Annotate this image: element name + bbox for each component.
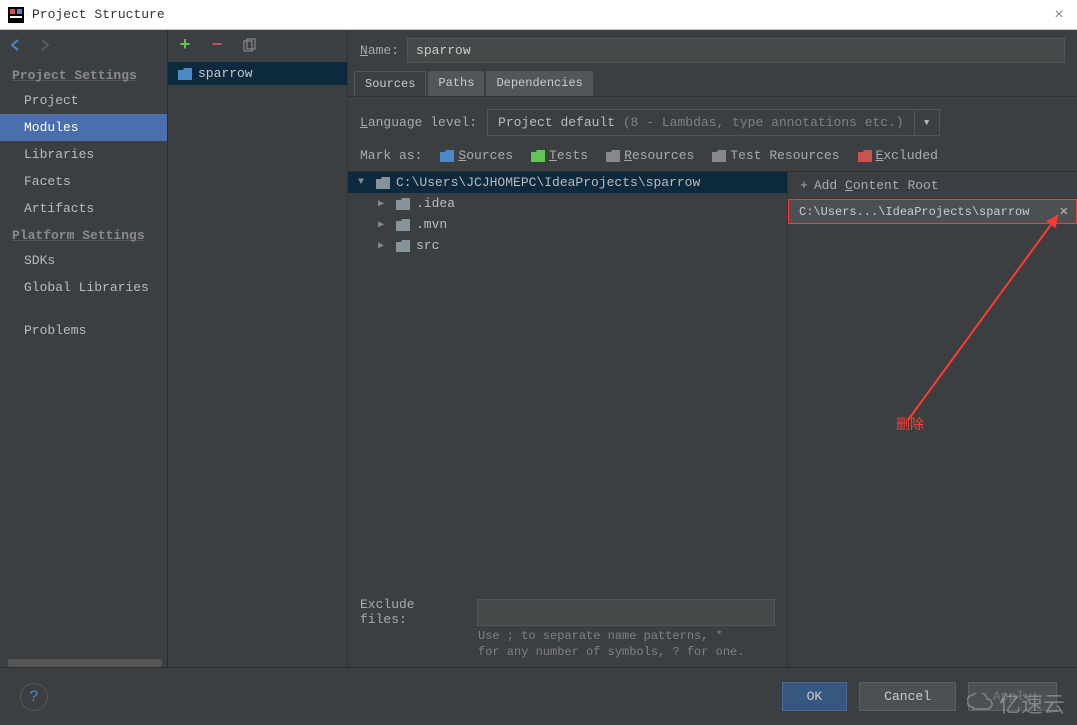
titlebar: Project Structure × bbox=[0, 0, 1077, 30]
nav-heading-project-settings: Project Settings bbox=[0, 62, 167, 87]
forward-icon[interactable] bbox=[36, 37, 54, 55]
nav-item-sdks[interactable]: SDKs bbox=[0, 247, 167, 274]
mark-tests[interactable]: Tests bbox=[531, 148, 588, 163]
mark-as-label: Mark as: bbox=[360, 148, 422, 163]
exclude-hint: Use ; to separate name patterns, * bbox=[348, 629, 787, 645]
back-icon[interactable] bbox=[8, 37, 26, 55]
nav-item-artifacts[interactable]: Artifacts bbox=[0, 195, 167, 222]
nav-item-modules[interactable]: Modules bbox=[0, 114, 167, 141]
tree-expand-icon[interactable]: ▼ bbox=[358, 177, 370, 188]
left-nav: Project Settings Project Modules Librari… bbox=[0, 30, 168, 667]
tab-dependencies[interactable]: Dependencies bbox=[486, 71, 592, 96]
nav-item-problems[interactable]: Problems bbox=[0, 317, 167, 344]
tree-root-label: C:\Users\JCJHOMEPC\IdeaProjects\sparrow bbox=[396, 175, 700, 190]
nav-item-libraries[interactable]: Libraries bbox=[0, 141, 167, 168]
content-root-row[interactable]: C:\Users...\IdeaProjects\sparrow ✕ bbox=[788, 199, 1077, 224]
app-icon bbox=[8, 7, 24, 23]
language-level-select[interactable]: Project default (8 - Lambdas, type annot… bbox=[487, 109, 940, 136]
close-icon[interactable]: × bbox=[1049, 6, 1069, 24]
tree-root[interactable]: ▼ C:\Users\JCJHOMEPC\IdeaProjects\sparro… bbox=[348, 172, 787, 193]
language-level-value: Project default bbox=[498, 115, 623, 130]
nav-item-facets[interactable]: Facets bbox=[0, 168, 167, 195]
tree-item[interactable]: ▶ src bbox=[348, 235, 787, 256]
tree-item-label: .idea bbox=[416, 196, 455, 211]
main-panel: Name: Sources Paths Dependencies Languag… bbox=[348, 30, 1077, 667]
tree-item-label: .mvn bbox=[416, 217, 447, 232]
mark-resources[interactable]: Resources bbox=[606, 148, 694, 163]
tree-item[interactable]: ▶ .idea bbox=[348, 193, 787, 214]
folder-icon bbox=[376, 177, 390, 189]
tree-item[interactable]: ▶ .mvn bbox=[348, 214, 787, 235]
copy-module-icon[interactable] bbox=[240, 37, 258, 55]
folder-icon bbox=[396, 240, 410, 252]
tab-sources[interactable]: Sources bbox=[354, 71, 426, 96]
remove-module-icon[interactable]: − bbox=[208, 37, 226, 55]
folder-icon bbox=[396, 219, 410, 231]
mark-test-resources[interactable]: Test Resources bbox=[712, 148, 839, 163]
name-label: Name: bbox=[360, 43, 399, 58]
language-level-label: Language level: bbox=[360, 115, 477, 130]
tree-expand-icon[interactable]: ▶ bbox=[378, 240, 390, 252]
exclude-files-input[interactable] bbox=[477, 599, 775, 626]
plus-icon: + bbox=[800, 178, 808, 193]
remove-content-root-icon[interactable]: ✕ bbox=[1056, 203, 1072, 220]
content-root-path: C:\Users...\IdeaProjects\sparrow bbox=[799, 205, 1029, 219]
folder-icon bbox=[396, 198, 410, 210]
annotation-text: 删除 bbox=[896, 414, 924, 434]
name-input[interactable] bbox=[407, 38, 1065, 63]
module-label: sparrow bbox=[198, 66, 253, 81]
nav-item-global-libraries[interactable]: Global Libraries bbox=[0, 274, 167, 301]
footer: ? OK Cancel Apply bbox=[0, 667, 1077, 725]
scrollbar[interactable] bbox=[8, 659, 162, 667]
folder-tree: ▼ C:\Users\JCJHOMEPC\IdeaProjects\sparro… bbox=[348, 172, 787, 667]
add-content-root-button[interactable]: + Add Content Root bbox=[788, 172, 1077, 199]
apply-button[interactable]: Apply bbox=[968, 682, 1057, 711]
module-folder-icon bbox=[178, 68, 192, 80]
tree-item-label: src bbox=[416, 238, 439, 253]
ok-button[interactable]: OK bbox=[782, 682, 848, 711]
module-item[interactable]: sparrow bbox=[168, 62, 347, 85]
module-list: + − sparrow bbox=[168, 30, 348, 667]
cancel-button[interactable]: Cancel bbox=[859, 682, 956, 711]
window-title: Project Structure bbox=[32, 7, 165, 22]
mark-sources[interactable]: Sources bbox=[440, 148, 513, 163]
language-level-suffix: (8 - Lambdas, type annotations etc.) bbox=[623, 115, 904, 130]
tree-expand-icon[interactable]: ▶ bbox=[378, 198, 390, 210]
exclude-files-label: Exclude files: bbox=[360, 597, 469, 627]
content-roots-panel: + Add Content Root C:\Users...\IdeaProje… bbox=[787, 172, 1077, 667]
help-button[interactable]: ? bbox=[20, 683, 48, 711]
exclude-hint: for any number of symbols, ? for one. bbox=[348, 645, 787, 667]
nav-heading-platform-settings: Platform Settings bbox=[0, 222, 167, 247]
add-module-icon[interactable]: + bbox=[176, 37, 194, 55]
project-structure-window: Project Structure × Project Settings Pro… bbox=[0, 0, 1077, 725]
tab-paths[interactable]: Paths bbox=[428, 71, 484, 96]
tree-expand-icon[interactable]: ▶ bbox=[378, 219, 390, 231]
chevron-down-icon: ▾ bbox=[914, 110, 939, 135]
nav-item-project[interactable]: Project bbox=[0, 87, 167, 114]
mark-excluded[interactable]: Excluded bbox=[858, 148, 938, 163]
annotation-arrow bbox=[898, 210, 1068, 430]
